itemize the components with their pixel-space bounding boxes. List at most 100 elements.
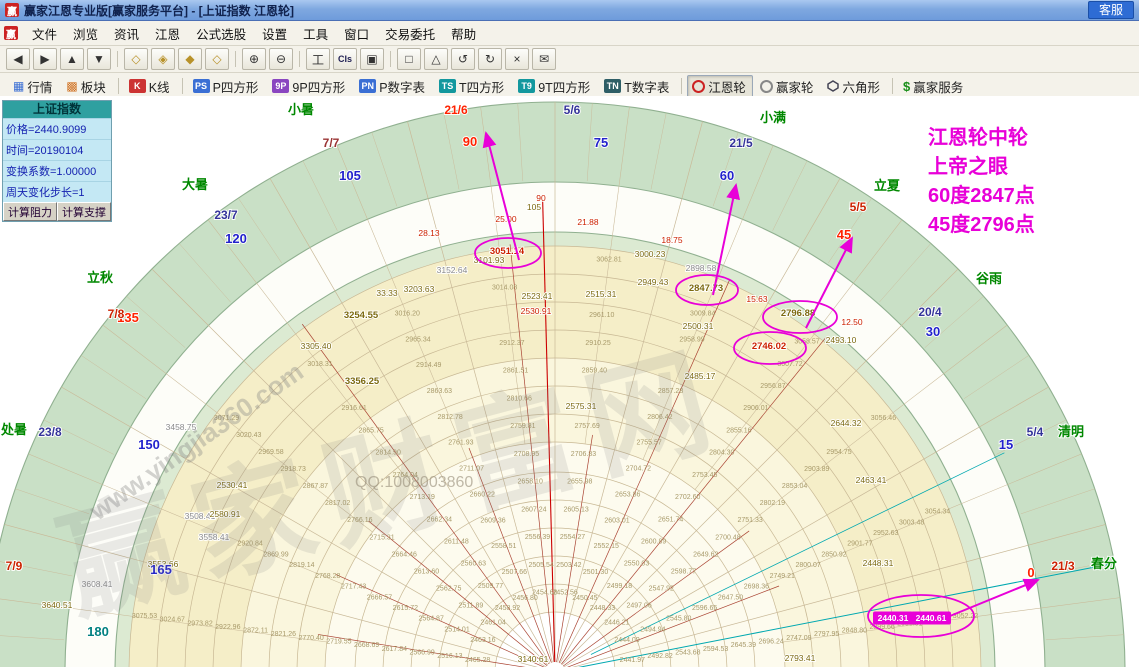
- wheel-cell-value: 3016.20: [395, 310, 420, 317]
- menu-item-help[interactable]: 帮助: [443, 22, 484, 45]
- menu-item-formula-select[interactable]: 公式选股: [188, 22, 254, 45]
- wheel-value-label: 3254.55: [344, 310, 379, 321]
- wheel-cell-value: 2706.83: [571, 451, 596, 458]
- forward-icon[interactable]: ▶: [33, 48, 57, 70]
- menu-item-trade-order[interactable]: 交易委托: [377, 22, 443, 45]
- menu-item-tools[interactable]: 工具: [295, 22, 336, 45]
- zoom-out-icon[interactable]: ⊖: [269, 48, 293, 70]
- wheel-cell-value: 2492.82: [647, 653, 672, 660]
- wheel-cell-value: 2617.84: [382, 646, 407, 653]
- wheel-cell-value: 2660.22: [470, 491, 495, 498]
- solar-term-label: 春分: [1090, 556, 1117, 571]
- wheel-angle-label: 105: [339, 168, 361, 183]
- wheel-cell-value: 2505.54: [529, 562, 554, 569]
- wheel-angle-label: 75: [594, 135, 608, 150]
- toolbar-item-label: T四方形: [459, 80, 505, 95]
- note-tool-icon[interactable]: ✉: [532, 48, 556, 70]
- wheel-cell-value: 2770.40: [298, 635, 323, 642]
- diamond-tool-1-icon[interactable]: ◇: [124, 48, 148, 70]
- wheel-cell-value: 2566.99: [409, 650, 434, 657]
- triangle-tool-icon[interactable]: △: [424, 48, 448, 70]
- wheel-value-label: 2485.17: [685, 371, 716, 381]
- wheel-cell-value: 2914.49: [416, 362, 441, 369]
- wheel-cell-value: 2755.57: [636, 440, 661, 447]
- toolbar-item-9t-square[interactable]: T9 9T四方形: [513, 75, 597, 98]
- toolbar-item-9p-square[interactable]: 9P 9P四方形: [267, 75, 352, 98]
- wheel-cell-value: 2664.46: [392, 551, 417, 558]
- frame-tool-icon[interactable]: ▣: [360, 48, 384, 70]
- calc-support-button[interactable]: 计算支撑: [57, 202, 111, 221]
- wheel-date-label: 21/3: [1051, 559, 1075, 573]
- customer-service-button[interactable]: 客服: [1087, 1, 1134, 19]
- wheel-cell-value: 2961.10: [589, 312, 614, 319]
- wheel-cell-value: 3018.31: [307, 361, 332, 368]
- wheel-cell-value: 2507.66: [502, 569, 527, 576]
- toolbar-item-label: P数字表: [379, 80, 426, 95]
- diamond-tool-2-icon[interactable]: ◈: [151, 48, 175, 70]
- highlight-chip-value: 2440.31: [878, 613, 909, 623]
- toolbar-item-winner-wheel[interactable]: 赢家轮: [755, 75, 821, 98]
- annotation-line: 江恩轮中轮: [928, 127, 1028, 149]
- wheel-cell-value: 2857.28: [658, 388, 683, 395]
- diamond-tool-4-icon[interactable]: ◇: [205, 48, 229, 70]
- title-bar: 赢 赢家江恩专业版[赢家服务平台] - [上证指数 江恩轮] 客服: [0, 0, 1139, 21]
- toolbar-item-hexagon[interactable]: 六角形: [822, 75, 887, 98]
- wheel-cell-value: 2564.87: [419, 616, 444, 623]
- menu-item-news[interactable]: 资讯: [106, 22, 147, 45]
- zoom-in-icon[interactable]: ⊕: [242, 48, 266, 70]
- calc-resistance-button[interactable]: 计算阻力: [3, 202, 57, 221]
- toolbar-item-winner-service[interactable]: $ 赢家服务: [898, 75, 970, 98]
- wheel-value-label: 3640.51: [42, 600, 73, 610]
- menu-item-settings[interactable]: 设置: [254, 22, 295, 45]
- wheel-cell-value: 2463.16: [470, 637, 495, 644]
- wheel-value-label: 2530.91: [521, 306, 552, 316]
- wheel-cell-value: 2653.86: [615, 491, 640, 498]
- annotation-line: 上帝之眼: [928, 156, 1008, 178]
- wheel-cell-value: 2918.73: [281, 466, 306, 473]
- wheel-cell-value: 2700.48: [715, 534, 740, 541]
- wheel-cell-value: 2853.04: [782, 483, 807, 490]
- up-icon[interactable]: ▲: [60, 48, 84, 70]
- wheel-value-label: 12.50: [841, 317, 863, 327]
- wheel-cell-value: 2708.95: [514, 451, 539, 458]
- menu-item-file[interactable]: 文件: [24, 22, 65, 45]
- toolbar-item-kline[interactable]: K K线: [124, 75, 177, 98]
- toolbar-item-t-number-table[interactable]: TN T数字表: [599, 75, 676, 98]
- p-number-table-icon: PN: [359, 79, 377, 93]
- measure-tool-icon[interactable]: 工: [306, 48, 330, 70]
- wheel-cell-value: 2806.42: [647, 414, 672, 421]
- toolbar-item-sectors[interactable]: ▩ 板块: [61, 75, 112, 98]
- wheel-angle-label: 15: [999, 437, 1013, 452]
- down-icon[interactable]: ▼: [87, 48, 111, 70]
- diamond-tool-3-icon[interactable]: ◆: [178, 48, 202, 70]
- rect-tool-icon[interactable]: □: [397, 48, 421, 70]
- rotate-ccw-icon[interactable]: ↺: [451, 48, 475, 70]
- delete-tool-icon[interactable]: ×: [505, 48, 529, 70]
- wheel-cell-value: 3054.34: [925, 509, 950, 516]
- toolbar-item-gann-wheel[interactable]: 江恩轮: [687, 74, 753, 98]
- wheel-cell-value: 2901.77: [847, 541, 872, 548]
- wheel-value-label: 2847.73: [689, 283, 723, 294]
- p-square-icon: PS: [192, 79, 210, 93]
- menu-item-window[interactable]: 窗口: [336, 22, 377, 45]
- wheel-angle-label: 165: [150, 562, 172, 577]
- toolbar-item-t-square[interactable]: TS T四方形: [434, 75, 511, 98]
- toolbar-item-p-number-table[interactable]: PN P数字表: [354, 75, 432, 98]
- wheel-date-label: 5/6: [564, 103, 581, 117]
- wheel-value-label: 2580.91: [210, 509, 241, 519]
- toolbar-separator: [235, 51, 236, 67]
- wheel-cell-value: 2444.09: [614, 637, 639, 644]
- back-icon[interactable]: ◀: [6, 48, 30, 70]
- menu-item-browse[interactable]: 浏览: [65, 22, 106, 45]
- menu-item-gann[interactable]: 江恩: [147, 22, 188, 45]
- wheel-cell-value: 2906.01: [743, 405, 768, 412]
- toolbar-item-p-square[interactable]: PS P四方形: [188, 75, 266, 98]
- wheel-cell-value: 2702.60: [675, 494, 700, 501]
- wheel-cell-value: 3024.67: [160, 617, 185, 624]
- toolbar-item-label: 六角形: [842, 80, 880, 95]
- wheel-cell-value: 2715.31: [369, 534, 394, 541]
- wheel-cell-value: 2662.34: [427, 516, 452, 523]
- rotate-cw-icon[interactable]: ↻: [478, 48, 502, 70]
- toolbar-item-quotes[interactable]: ▦ 行情: [8, 75, 59, 98]
- cis-tool-icon[interactable]: CIs: [333, 48, 357, 70]
